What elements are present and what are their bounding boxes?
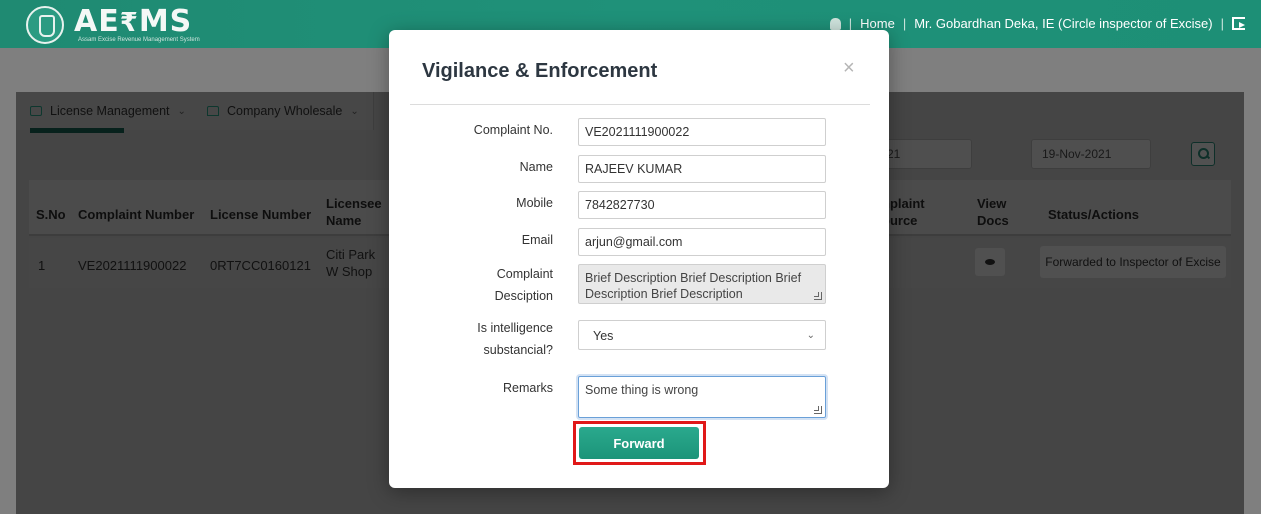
name-field[interactable]: RAJEEV KUMAR (578, 155, 826, 183)
close-icon[interactable]: × (843, 57, 855, 80)
modal-title: Vigilance & Enforcement (422, 60, 658, 82)
header-separator: | (1220, 16, 1224, 31)
mobile-field[interactable]: 7842827730 (578, 191, 826, 219)
resize-grip-icon[interactable] (814, 292, 822, 300)
home-link[interactable]: Home (860, 16, 895, 31)
remarks-field[interactable]: Some thing is wrong (578, 376, 826, 418)
mobile-label: Mobile (516, 196, 553, 210)
description-field[interactable]: Brief Description Brief Description Brie… (578, 264, 826, 304)
header-separator: | (848, 16, 853, 31)
description-text: Brief Description Brief Description Brie… (585, 271, 802, 301)
modal-divider (410, 104, 870, 105)
app-logo-subtitle: Assam Excise Revenue Management System (78, 37, 200, 43)
name-label: Name (519, 160, 553, 174)
intelligence-select[interactable]: Yes ⌄ (578, 320, 826, 350)
email-label: Email (521, 233, 553, 247)
header-user-area: | Home | Mr. Gobardhan Deka, IE (Circle … (829, 16, 1245, 31)
bell-icon[interactable] (829, 17, 841, 30)
intelligence-label-line2: substancial? (483, 343, 554, 357)
logout-icon[interactable] (1232, 17, 1245, 30)
email-field[interactable]: arjun@gmail.com (578, 228, 826, 256)
user-name: Mr. Gobardhan Deka, IE (Circle inspector… (914, 16, 1213, 31)
complaint-no-field[interactable]: VE2021111900022 (578, 118, 826, 146)
vigilance-modal: Vigilance & Enforcement × Complaint No. … (389, 30, 889, 488)
resize-grip-icon[interactable] (814, 406, 822, 414)
forward-button[interactable]: Forward (579, 427, 699, 459)
description-label-line2: Desciption (494, 289, 553, 303)
intelligence-selected-value: Yes (593, 329, 614, 343)
app-logo[interactable]: AE₹MS (74, 4, 192, 39)
header-separator: | (902, 16, 907, 31)
state-emblem-icon (26, 6, 64, 44)
description-label-line1: Complaint (496, 267, 553, 281)
intelligence-label-line1: Is intelligence (477, 321, 553, 335)
remarks-text: Some thing is wrong (585, 383, 699, 397)
complaint-no-label: Complaint No. (473, 123, 553, 137)
chevron-down-icon: ⌄ (806, 330, 815, 341)
remarks-label: Remarks (502, 381, 553, 395)
